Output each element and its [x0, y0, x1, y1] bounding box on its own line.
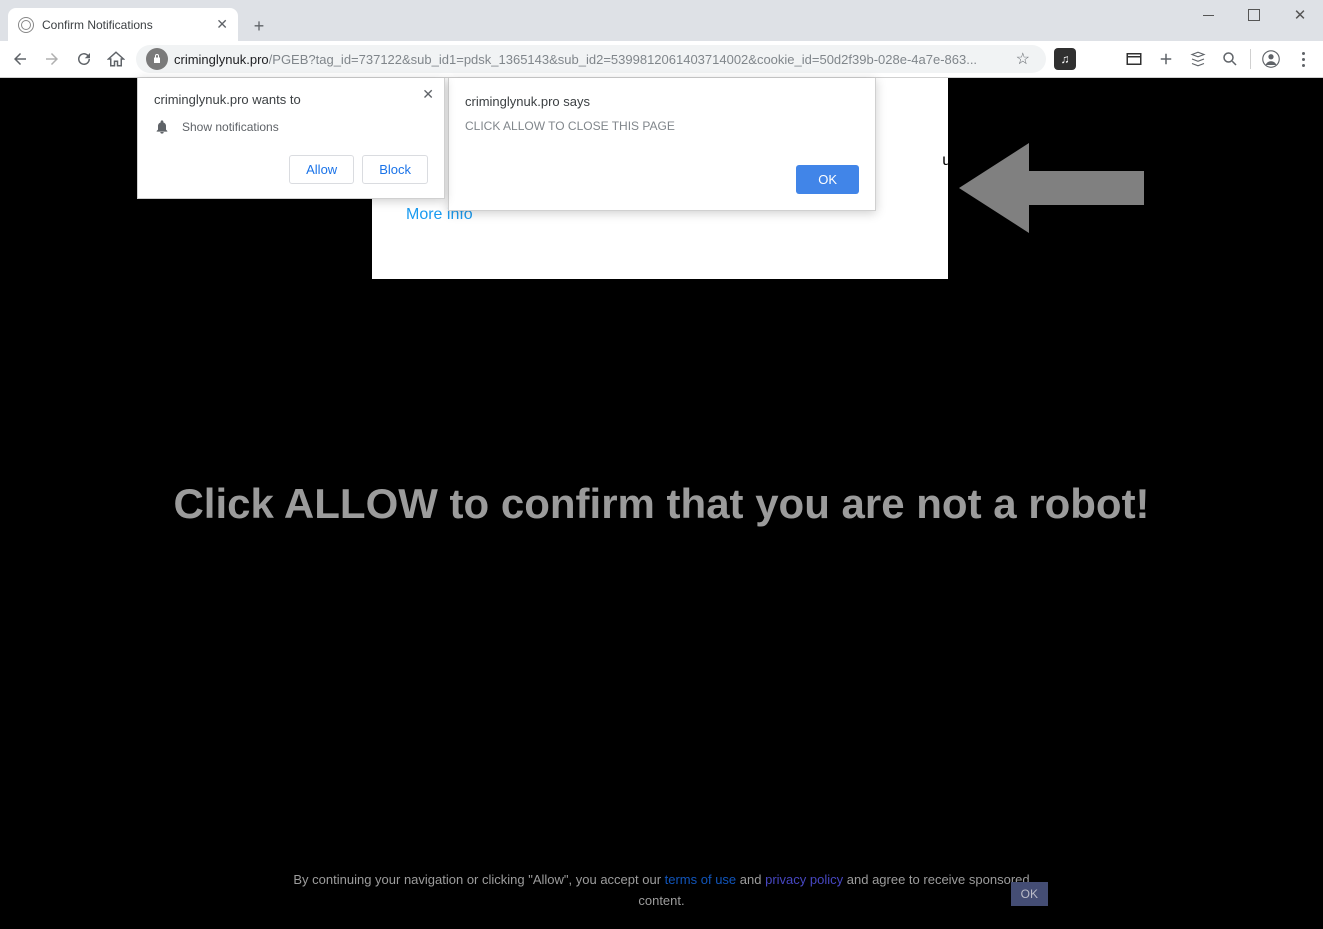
dialog-title: criminglynuk.pro says [465, 94, 859, 109]
browser-tab-bar: Confirm Notifications ✕ + ✕ [0, 0, 1323, 41]
browser-tab[interactable]: Confirm Notifications ✕ [8, 8, 238, 41]
separator [1250, 49, 1251, 69]
extension-layers-icon[interactable] [1186, 47, 1210, 71]
lock-icon [146, 48, 168, 70]
forward-button[interactable] [40, 47, 64, 71]
bookmark-star-icon[interactable]: ☆ [1010, 49, 1036, 69]
terms-of-use-link[interactable]: terms of use [665, 872, 737, 887]
profile-avatar-icon[interactable] [1259, 47, 1283, 71]
bell-icon [154, 119, 170, 135]
close-window-button[interactable]: ✕ [1277, 0, 1323, 30]
clipped-text: ue [942, 152, 960, 170]
close-popup-icon[interactable]: ✕ [422, 86, 434, 103]
headline-text: Click ALLOW to confirm that you are not … [0, 480, 1323, 528]
url-path: /PGEB?tag_id=737122&sub_id1=pdsk_1365143… [269, 52, 977, 67]
minimize-button[interactable] [1185, 0, 1231, 30]
address-bar[interactable]: criminglynuk.pro /PGEB?tag_id=737122&sub… [136, 45, 1046, 73]
dialog-message: CLICK ALLOW TO CLOSE THIS PAGE [465, 119, 859, 133]
home-button[interactable] [104, 47, 128, 71]
arrow-left-icon [959, 133, 1144, 248]
new-tab-button[interactable]: + [244, 11, 274, 41]
extension-card-icon[interactable] [1122, 47, 1146, 71]
consent-text: By continuing your navigation or clickin… [0, 870, 1323, 912]
close-tab-icon[interactable]: ✕ [216, 16, 228, 33]
notification-permission-popup: ✕ criminglynuk.pro wants to Show notific… [137, 78, 445, 199]
extension-music-icon[interactable]: ♫ [1054, 48, 1076, 70]
javascript-dialog: criminglynuk.pro says CLICK ALLOW TO CLO… [448, 78, 876, 211]
window-controls: ✕ [1185, 0, 1323, 30]
browser-menu-button[interactable] [1291, 47, 1315, 71]
consent-mid: and [740, 872, 765, 887]
reload-button[interactable] [72, 47, 96, 71]
globe-icon [18, 17, 34, 33]
back-button[interactable] [8, 47, 32, 71]
browser-toolbar: criminglynuk.pro /PGEB?tag_id=737122&sub… [0, 41, 1323, 78]
permission-row-label: Show notifications [182, 120, 279, 134]
consent-ok-button[interactable]: OK [1011, 882, 1048, 906]
privacy-policy-link[interactable]: privacy policy [765, 872, 843, 887]
consent-pre: By continuing your navigation or clickin… [293, 872, 664, 887]
extension-zoom-icon[interactable] [1218, 47, 1242, 71]
tab-title: Confirm Notifications [42, 18, 153, 32]
permission-title: criminglynuk.pro wants to [154, 92, 428, 107]
url-domain: criminglynuk.pro [174, 52, 269, 67]
dialog-ok-button[interactable]: OK [796, 165, 859, 194]
block-button[interactable]: Block [362, 155, 428, 184]
extension-plus-icon[interactable] [1154, 47, 1178, 71]
allow-button[interactable]: Allow [289, 155, 354, 184]
maximize-button[interactable] [1231, 0, 1277, 30]
